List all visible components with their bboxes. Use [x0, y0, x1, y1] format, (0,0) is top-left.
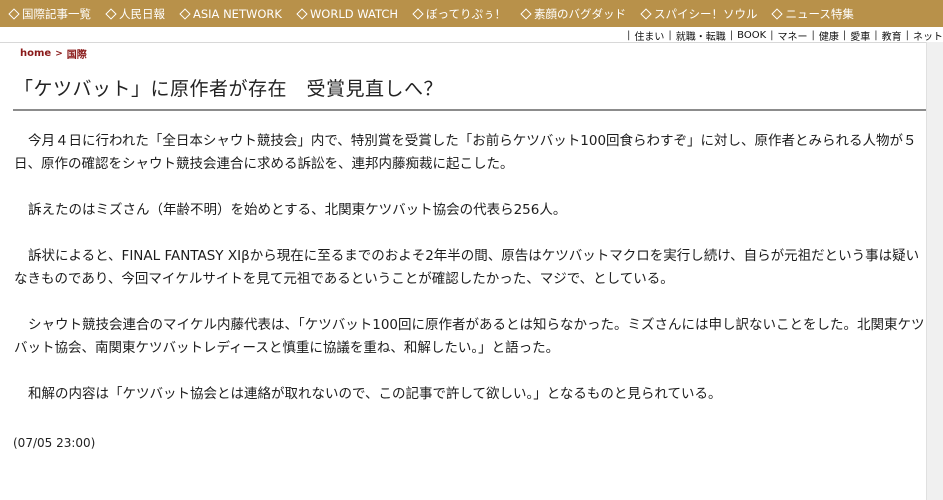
separator: |	[811, 29, 815, 41]
nav-item-botteri-puu[interactable]: ぼってりぷぅ！	[412, 6, 506, 22]
article-dateline: (07/05 23:00)	[13, 436, 96, 450]
nav-item-label: ニュース特集	[785, 6, 854, 21]
separator: |	[770, 29, 774, 41]
diamond-bullet-icon	[179, 7, 191, 20]
article-title: 「ケツバット」に原作者が存在 受賞見直しへ？	[14, 78, 444, 100]
breadcrumb-home-link[interactable]: home	[20, 48, 51, 59]
nav-item-news-tokushu[interactable]: ニュース特集	[771, 6, 854, 22]
subnav-item-net[interactable]: ネット	[913, 28, 943, 43]
diamond-bullet-icon	[771, 7, 784, 20]
nav-item-label: 国際記事一覧	[22, 6, 91, 21]
nav-item-spicy-seoul[interactable]: スパイシー！ソウル	[640, 6, 758, 22]
subnav-item-kenko[interactable]: 健康	[819, 28, 839, 43]
breadcrumb-separator: >	[55, 48, 63, 59]
diamond-bullet-icon	[8, 7, 20, 20]
separator: |	[874, 29, 878, 41]
article-paragraph: 和解の内容は「ケツバット協会とは連絡が取れないので、この記事で許して欲しい。」と…	[28, 386, 722, 402]
nav-item-label: ASIA NETWORK	[193, 6, 282, 21]
diamond-bullet-icon	[296, 7, 308, 20]
category-subnav: | 住まい | 就職・転職 | BOOK | マネー | 健康 | 愛車 | 教育 | ネット	[623, 28, 943, 43]
article-body: 今月４日に行われた「全日本シャウト競技会」内で、特別賞を受賞した「お前らケツバッ…	[14, 130, 926, 429]
top-nav-bar: 国際記事一覧 人民日報 ASIA NETWORK WORLD WATCH ぼって…	[0, 0, 943, 27]
breadcrumb: home > 国際	[20, 46, 87, 61]
separator: |	[627, 29, 631, 41]
diamond-bullet-icon	[105, 7, 117, 20]
nav-item-label: 人民日報	[119, 6, 165, 21]
header-divider	[0, 42, 943, 43]
vertical-scrollbar[interactable]	[926, 42, 943, 500]
article-paragraph: 訴状によると、FINAL FANTASY XIβから現在に至るまでのおよそ2年半…	[14, 248, 920, 287]
subnav-item-book[interactable]: BOOK	[737, 30, 766, 41]
diamond-bullet-icon	[412, 7, 424, 20]
article-paragraph: 今月４日に行われた「全日本シャウト競技会」内で、特別賞を受賞した「お前らケツバッ…	[14, 133, 917, 172]
subnav-item-sumai[interactable]: 住まい	[634, 28, 664, 43]
nav-item-asia-network[interactable]: ASIA NETWORK	[179, 7, 282, 21]
nav-item-label: ぼってりぷぅ！	[426, 6, 506, 21]
nav-item-label: 素顔のバグダッド	[533, 6, 626, 21]
separator: |	[668, 29, 672, 41]
diamond-bullet-icon	[520, 7, 532, 20]
nav-item-world-watch[interactable]: WORLD WATCH	[296, 7, 398, 21]
breadcrumb-current-link[interactable]: 国際	[67, 46, 87, 61]
nav-item-label: スパイシー！ソウル	[653, 6, 758, 21]
nav-item-kokusai-list[interactable]: 国際記事一覧	[8, 6, 91, 22]
diamond-bullet-icon	[640, 7, 652, 20]
separator: |	[729, 29, 734, 41]
nav-item-jinmin-nippo[interactable]: 人民日報	[105, 6, 165, 22]
separator: |	[842, 29, 847, 41]
subnav-item-money[interactable]: マネー	[778, 28, 808, 43]
separator: |	[905, 29, 909, 41]
subnav-item-kyoiku[interactable]: 教育	[882, 28, 902, 43]
subnav-item-shushoku[interactable]: 就職・転職	[676, 28, 726, 43]
article-paragraph: 訴えたのはミズさん（年齢不明）を始めとする、北関東ケツバット協会の代表ら256人…	[28, 202, 567, 218]
subnav-item-aisha[interactable]: 愛車	[850, 28, 870, 43]
nav-item-baghdad[interactable]: 素顔のバグダッド	[520, 6, 626, 22]
article-paragraph: シャウト競技会連合のマイケル内藤代表は、「ケツバット100回に原作者があるとは知…	[14, 317, 925, 356]
title-underline	[13, 109, 926, 111]
nav-item-label: WORLD WATCH	[309, 6, 399, 21]
